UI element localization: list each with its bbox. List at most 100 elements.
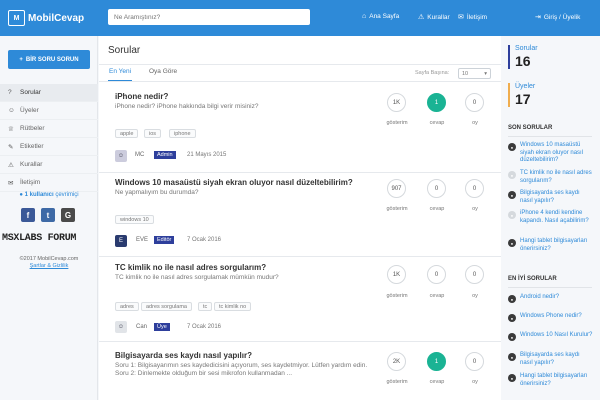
warning-icon: ⚠: [418, 14, 425, 21]
best-question-item[interactable]: ● Hangi tablet bilgisayarları önerirsini…: [508, 373, 594, 388]
best-question-item[interactable]: ● Windows Phone nedir?: [508, 313, 594, 322]
main-content: Sorular En Yeni Oya Göre Sayfa Başına: 1…: [99, 36, 501, 400]
sidebar-item-members[interactable]: ☺ Üyeler: [0, 102, 98, 120]
question-date: 7 Ocak 2016: [187, 324, 222, 330]
nav-rules[interactable]: ⚠ Kurallar: [418, 13, 450, 22]
tab-newest[interactable]: En Yeni: [109, 68, 131, 75]
recent-question-item[interactable]: ● Windows 10 masaüstü siyah ekran oluyor…: [508, 142, 594, 165]
avatar[interactable]: ☺: [115, 321, 127, 333]
votes-label: oy: [472, 206, 478, 212]
recent-question-link[interactable]: Bilgisayarda ses kaydı nasıl yapılır?: [520, 190, 594, 205]
votes-label: oy: [472, 120, 478, 126]
tag-icon: ✎: [8, 143, 14, 151]
online-count: 1 kullanıcı: [24, 192, 54, 198]
sidebar-item-rules[interactable]: ⚠ Kurallar: [0, 156, 98, 174]
twitter-icon[interactable]: t: [41, 208, 55, 222]
views-label: gösterim: [386, 293, 408, 299]
question-excerpt: TC kimlik no ile nasıl adres sorgulamak …: [115, 274, 279, 281]
recent-question-link[interactable]: Windows 10 masaüstü siyah ekran oluyor n…: [520, 142, 594, 165]
plus-icon: +: [19, 56, 23, 63]
trophy-icon: ♕: [8, 125, 14, 133]
terms-link[interactable]: Şartlar & Gizlilik: [30, 263, 69, 269]
votes-count: 0: [465, 265, 484, 284]
recent-question-item[interactable]: ● TC kimlik no ile nasıl adres sorguları…: [508, 170, 594, 185]
best-question-link[interactable]: Hangi tablet bilgisayarları önerirsiniz?: [520, 373, 594, 388]
search-input[interactable]: [108, 9, 310, 25]
user-avatar-icon: ●: [508, 171, 516, 179]
tab-by-votes[interactable]: Oya Göre: [149, 68, 177, 75]
recent-question-link[interactable]: iPhone 4 kendi kendine kapandı. Nasıl aç…: [520, 210, 594, 225]
tag-chip[interactable]: tc kimlik no: [214, 302, 252, 311]
best-question-link[interactable]: Windows 10 Nasıl Kurulur?: [520, 332, 592, 341]
msxlabs-logo[interactable]: MSXLABS FORUM: [2, 233, 98, 244]
home-icon: ⌂: [362, 13, 367, 20]
nav-contact-label: İletişim: [466, 13, 488, 21]
nav-contact[interactable]: ✉ İletişim: [458, 13, 488, 22]
sidebar-item-label: Üyeler: [20, 107, 39, 114]
user-avatar-icon: ●: [508, 211, 516, 219]
google-icon[interactable]: G: [61, 208, 75, 222]
user-avatar-icon: ●: [508, 314, 516, 322]
views-label: gösterim: [386, 206, 408, 212]
ask-question-label: BİR SORU SORUN: [25, 56, 79, 63]
divider: [99, 256, 501, 257]
best-question-item[interactable]: ● Android nedir?: [508, 294, 594, 303]
nav-login[interactable]: ⇥ Giriş / Üyelik: [535, 13, 580, 22]
question-title[interactable]: Bilgisayarda ses kaydı nasıl yapılır?: [115, 351, 252, 360]
question-title[interactable]: iPhone nedir?: [115, 92, 168, 101]
divider: [99, 172, 501, 173]
tag-chip[interactable]: apple: [115, 129, 139, 138]
divider: [508, 136, 592, 137]
answers-label: cevap: [429, 379, 445, 385]
recent-question-link[interactable]: TC kimlik no ile nasıl adres sorgularım?: [520, 170, 594, 185]
best-question-item[interactable]: ● Bilgisayarda ses kaydı nasıl yapılır?: [508, 352, 594, 367]
avatar[interactable]: ☺: [115, 150, 127, 162]
members-stat: Üyeler 17: [508, 83, 592, 107]
answers-count: 0: [427, 179, 446, 198]
recent-question-link[interactable]: Hangi tablet bilgisayarları önerirsiniz?: [520, 238, 594, 253]
author-name[interactable]: MC: [135, 152, 144, 158]
sidebar-item-contact[interactable]: ✉ İletişim: [0, 174, 98, 192]
sidebar-item-label: Sorular: [20, 89, 41, 96]
sidebar-item-questions[interactable]: ? Sorular: [0, 84, 98, 102]
author-name[interactable]: Can: [136, 324, 147, 330]
warning-icon: ⚠: [8, 161, 14, 169]
tag-chip[interactable]: windows 10: [115, 215, 154, 224]
question-excerpt: Soru 1: Bilgisayarımın ses kaydedicisini…: [115, 362, 368, 377]
per-page-value: 10: [462, 70, 469, 77]
question-excerpt: iPhone nedir? iPhone hakkında bilgi veri…: [115, 103, 259, 110]
questions-stat-value: 16: [515, 53, 531, 69]
sidebar-item-tags[interactable]: ✎ Etiketler: [0, 138, 98, 156]
sidebar-item-label: Rütbeler: [20, 125, 45, 132]
per-page-select[interactable]: 10 ▾: [458, 68, 491, 79]
recent-question-item[interactable]: ● Bilgisayarda ses kaydı nasıl yapılır?: [508, 190, 594, 205]
question-title[interactable]: TC kimlik no ile nasıl adres sorgularım?: [115, 263, 266, 272]
users-icon: ☺: [8, 107, 15, 114]
login-icon: ⇥: [535, 14, 541, 21]
divider: [99, 81, 501, 82]
tag-chip[interactable]: ios: [144, 129, 162, 138]
user-avatar-icon: ●: [508, 295, 516, 303]
tag-chip[interactable]: iphone: [169, 129, 196, 138]
facebook-icon[interactable]: f: [21, 208, 35, 222]
best-question-link[interactable]: Bilgisayarda ses kaydı nasıl yapılır?: [520, 352, 594, 367]
copyright-text: ©2017 MobilCevap.com: [19, 256, 79, 262]
question-title[interactable]: Windows 10 masaüstü siyah ekran oluyor n…: [115, 178, 353, 187]
tag-chip[interactable]: adres: [115, 302, 139, 311]
best-question-link[interactable]: Windows Phone nedir?: [520, 313, 582, 322]
questions-stat-label: Sorular: [515, 45, 538, 52]
footer-copyright: ©2017 MobilCevap.com Şartlar & Gizlilik: [0, 256, 98, 270]
avatar[interactable]: E: [115, 235, 127, 247]
ask-question-button[interactable]: + BİR SORU SORUN: [8, 50, 90, 69]
recent-question-item[interactable]: ● iPhone 4 kendi kendine kapandı. Nasıl …: [508, 210, 594, 225]
best-question-link[interactable]: Android nedir?: [520, 294, 559, 303]
nav-home[interactable]: ⌂ Ana Sayfa: [362, 13, 399, 20]
author-name[interactable]: EVE: [136, 237, 148, 243]
recent-question-item[interactable]: ● Hangi tablet bilgisayarları önerirsini…: [508, 238, 594, 253]
tag-chip[interactable]: tc: [198, 302, 213, 311]
tag-chip[interactable]: adres sorgulama: [141, 302, 192, 311]
best-question-item[interactable]: ● Windows 10 Nasıl Kurulur?: [508, 332, 594, 341]
sidebar-item-ranks[interactable]: ♕ Rütbeler: [0, 120, 98, 138]
site-logo[interactable]: M MobilCevap: [8, 9, 84, 27]
views-count: 1K: [387, 265, 406, 284]
